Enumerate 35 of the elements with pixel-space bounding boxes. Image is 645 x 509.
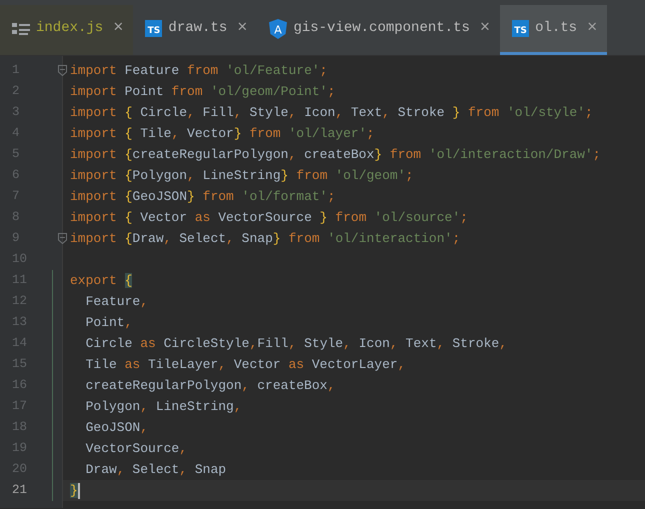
code-line: import Feature from 'ol/Feature'; [69, 62, 328, 80]
angular-icon: A [269, 18, 288, 38]
code-line: Tile as TileLayer, Vector as VectorLayer, [84, 356, 407, 374]
fold-icon[interactable] [58, 233, 67, 244]
code-line: import {Polygon, LineString} from 'ol/geom'; [69, 167, 414, 185]
close-icon[interactable]: × [480, 20, 490, 37]
code-line: import {createRegularPolygon, createBox} from 'ol/interaction/Draw'; [69, 146, 602, 164]
close-icon[interactable]: × [587, 20, 598, 37]
line-number: 21 [11, 482, 28, 499]
editor-tab[interactable]: TS draw.ts × [133, 5, 258, 55]
code-line: import Point from 'ol/geom/Point'; [69, 83, 336, 101]
code-line: import {GeoJSON} from 'ol/format'; [69, 188, 336, 206]
typescript-icon: TS [145, 20, 162, 37]
code-line: VectorSource, [84, 440, 188, 458]
typescript-icon: TS [512, 20, 530, 37]
code-line: Point, [84, 314, 134, 332]
code-line: createRegularPolygon, createBox, [84, 377, 336, 395]
code-line: import { Vector as VectorSource } from 'ol/source'; [69, 209, 469, 227]
code-line: import { Tile, Vector} from 'ol/layer'; [69, 125, 376, 143]
text-cursor [78, 482, 80, 499]
code-line: Polygon, LineString, [84, 398, 243, 416]
code-line: import { Circle, Fill, Style, Icon, Text, Stroke } from 'ol/style'; [69, 104, 594, 122]
close-icon[interactable]: × [113, 20, 124, 37]
code-line: export { [69, 272, 134, 290]
code-line: import {Draw, Select, Snap} from 'ol/interaction'; [69, 230, 462, 248]
code-line: GeoJSON, [84, 419, 150, 437]
code-line: Circle as CircleStyle,Fill, Style, Icon, Text, Stroke, [84, 335, 508, 353]
code-line: Draw, Select, Snap [84, 461, 228, 479]
structure-icon [12, 22, 30, 36]
code-line: Feature, [84, 293, 150, 311]
close-icon[interactable]: × [237, 20, 248, 37]
editor-tab[interactable]: index.js × [0, 5, 134, 55]
editor-tab[interactable]: TS ol.ts × [500, 5, 608, 55]
editor-tab[interactable]: A gis-view.component.ts × [257, 5, 500, 55]
fold-icon[interactable] [58, 65, 67, 76]
